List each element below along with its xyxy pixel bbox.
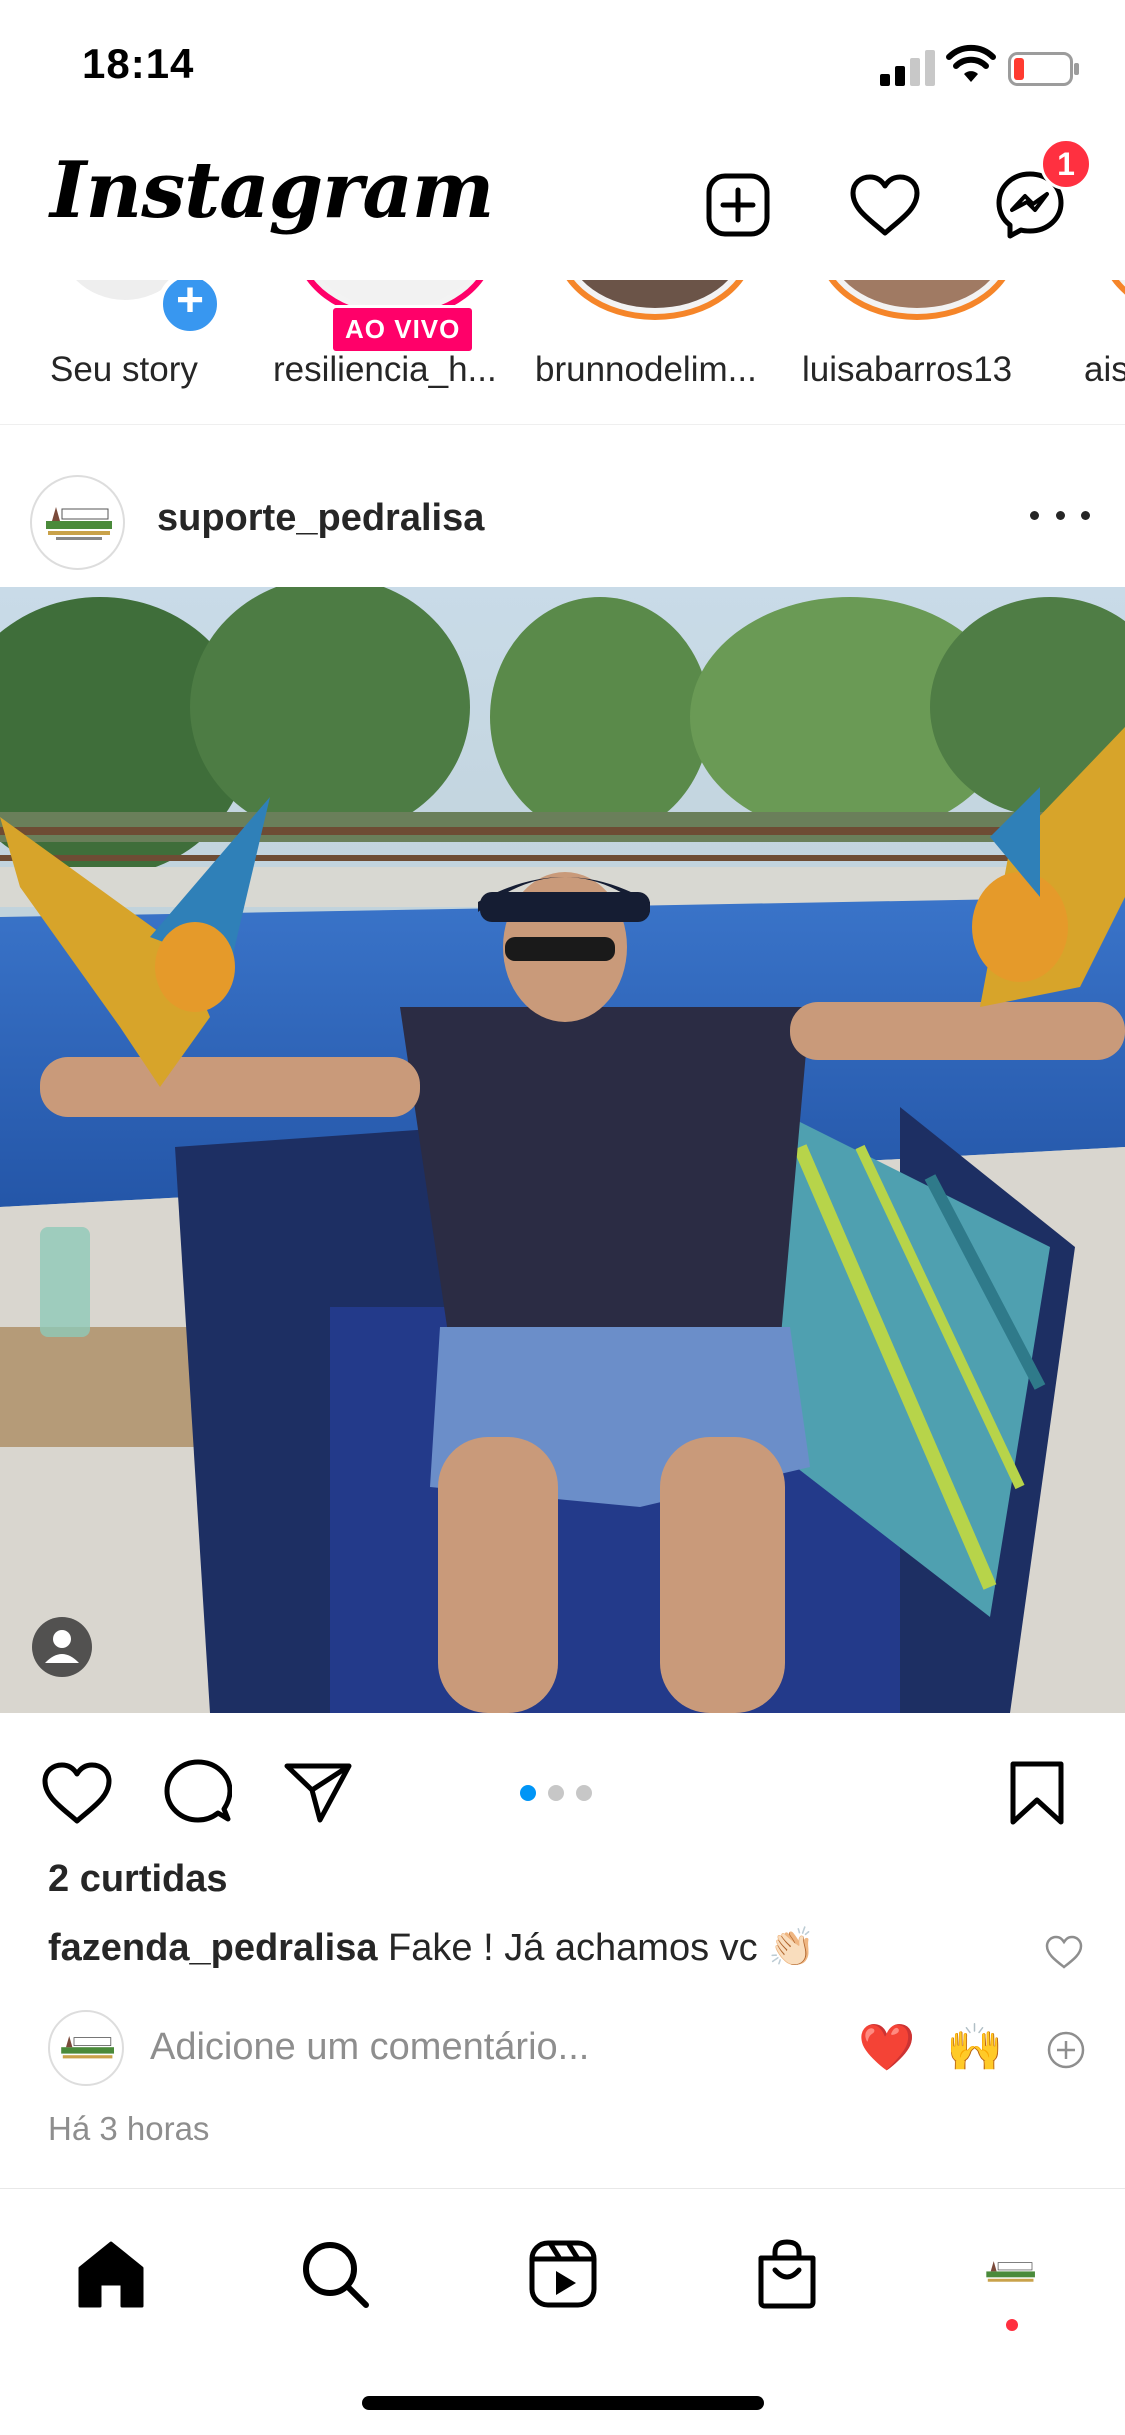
save-bookmark-icon xyxy=(1010,1761,1064,1825)
carousel-dot xyxy=(548,1785,564,1801)
story-item[interactable]: luisabarros13 xyxy=(795,280,1055,424)
new-post-button[interactable] xyxy=(698,165,778,245)
battery-icon xyxy=(1008,52,1079,86)
post-header: suporte_pedralisa xyxy=(0,455,1125,585)
likes-count[interactable]: 2 curtidas xyxy=(48,1858,228,1901)
reels-icon xyxy=(529,2240,597,2308)
status-bar: 18:14 xyxy=(0,0,1125,135)
comment-input[interactable]: Adicione um comentário... xyxy=(150,2026,589,2069)
app-header: Instagram xyxy=(0,135,1125,285)
messages-badge: 1 xyxy=(1040,138,1092,190)
story-item[interactable]: brunnodelim... xyxy=(525,280,785,424)
story-label: ais xyxy=(1084,350,1125,389)
caption-text: Fake ! Já achamos vc xyxy=(388,1927,758,1969)
like-heart-icon xyxy=(42,1762,112,1824)
fazenda-logo-icon xyxy=(61,2036,114,2059)
stories-tray: + Seu story resiliencia_h... brunnodelim… xyxy=(0,280,1125,425)
caption-like-heart-icon[interactable] xyxy=(1044,1932,1084,1972)
status-time: 18:14 xyxy=(82,40,195,87)
quick-reaction-raised-hands[interactable]: 🙌 xyxy=(946,2020,1003,2075)
story-label: luisabarros13 xyxy=(802,350,1013,389)
nav-reels[interactable] xyxy=(518,2229,608,2319)
nav-home[interactable] xyxy=(66,2229,156,2319)
carousel-dot-active xyxy=(520,1785,536,1801)
story-label: Seu story xyxy=(50,350,198,389)
post-caption: fazenda_pedralisa Fake ! Já achamos vc 👏… xyxy=(48,1926,816,1970)
search-icon xyxy=(303,2242,369,2308)
wifi-icon xyxy=(946,44,996,82)
activity-button[interactable] xyxy=(845,165,925,245)
instagram-logo: Instagram xyxy=(50,145,494,236)
nav-profile-avatar[interactable] xyxy=(976,2239,1046,2309)
post-timestamp: Há 3 horas xyxy=(48,2110,210,2147)
current-user-avatar xyxy=(48,2010,124,2086)
save-button[interactable] xyxy=(997,1753,1077,1833)
activity-heart-icon xyxy=(850,174,920,236)
carousel-dot xyxy=(576,1785,592,1801)
post-username[interactable]: suporte_pedralisa xyxy=(157,497,484,540)
nav-shop[interactable] xyxy=(742,2229,832,2319)
profile-notification-dot xyxy=(1006,2319,1018,2331)
fazenda-logo-icon xyxy=(986,2261,1035,2282)
caption-emoji: 👏🏻 xyxy=(768,1927,816,1969)
nav-search[interactable] xyxy=(290,2229,380,2319)
share-icon xyxy=(284,1763,352,1823)
live-badge: AO VIVO xyxy=(330,305,476,354)
comment-icon xyxy=(164,1759,232,1823)
quick-reaction-heart[interactable]: ❤️ xyxy=(858,2020,915,2075)
post-photo[interactable] xyxy=(0,587,1125,1713)
story-avatar xyxy=(817,280,1017,320)
home-indicator xyxy=(362,2396,764,2410)
new-post-icon xyxy=(706,173,770,237)
add-story-icon[interactable]: + xyxy=(158,280,222,336)
like-button[interactable] xyxy=(37,1753,117,1833)
more-options-button[interactable] xyxy=(1030,495,1090,535)
post-actions xyxy=(0,1713,1125,1863)
cellular-signal-icon xyxy=(880,50,935,86)
story-label: brunnodelim... xyxy=(535,350,757,389)
post-author-avatar[interactable] xyxy=(30,475,125,570)
shop-icon xyxy=(758,2239,816,2309)
home-icon xyxy=(78,2241,144,2308)
carousel-indicator xyxy=(520,1785,592,1801)
story-avatar xyxy=(1100,280,1125,320)
story-label: resiliencia_h... xyxy=(273,350,497,389)
comment-button[interactable] xyxy=(158,1753,238,1833)
story-item[interactable]: ais xyxy=(1080,280,1125,424)
add-reaction-icon[interactable] xyxy=(1046,2030,1086,2070)
add-comment-row: Adicione um comentário... ❤️ 🙌 xyxy=(0,2000,1125,2095)
caption-username[interactable]: fazenda_pedralisa xyxy=(48,1927,377,1969)
story-own[interactable]: + Seu story xyxy=(0,280,230,424)
post-photo-illustration xyxy=(0,587,1125,1713)
story-avatar xyxy=(555,280,755,320)
share-button[interactable] xyxy=(278,1753,358,1833)
fazenda-logo-icon xyxy=(46,507,112,540)
